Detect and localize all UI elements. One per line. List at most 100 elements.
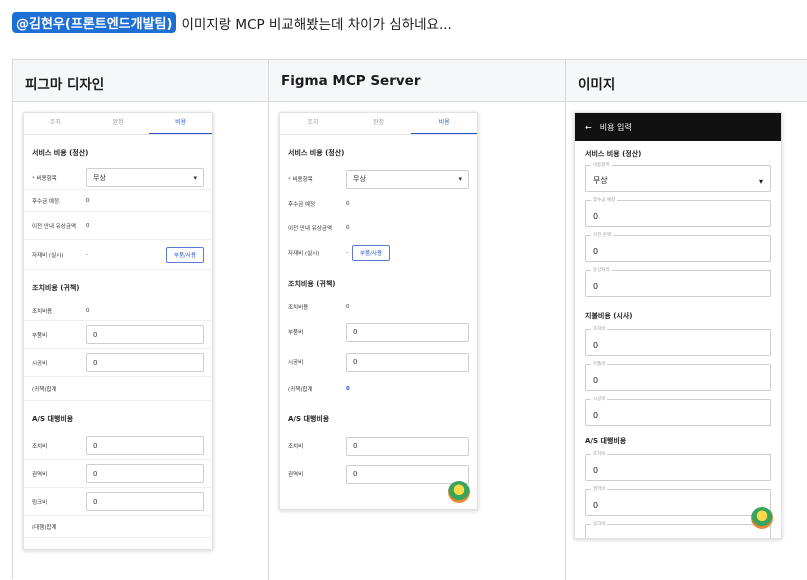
app-bar: ← 비용 입력 xyxy=(575,113,781,141)
figma-design-screenshot: 조치 완정 비용 서비스 비용 (정산) * 비용항목 무상 ▾ 후수금 예정 0 이… xyxy=(23,112,213,550)
avatar-icon[interactable] xyxy=(448,481,470,503)
form-row: 조치비용 0 xyxy=(24,301,212,321)
form-row: 링크비 0 xyxy=(24,488,212,516)
column-header: 피그마 디자인 xyxy=(13,60,268,102)
install-cost-input[interactable]: 0 xyxy=(86,353,204,372)
form-row: 권역비 0 xyxy=(24,460,212,488)
form-row: 조치비 0 xyxy=(24,432,212,460)
cost-item-select[interactable]: 비용항목 무상 ▾ xyxy=(585,162,771,192)
region-cost-input[interactable]: 권역비 0 xyxy=(585,486,771,516)
field-label: 후수금 예정 xyxy=(288,202,316,208)
expected-fee-input[interactable]: 후수금 예정 0 xyxy=(585,197,771,227)
install-cost-input[interactable]: 시공비 0 xyxy=(585,396,771,426)
field-label: (귀책)합계 xyxy=(32,386,57,393)
form-row: 자재비 (실시) - 부품/사용 xyxy=(24,240,212,270)
action-cost-input[interactable]: 조치비 0 xyxy=(585,326,771,356)
section-title: A/S 대행비용 xyxy=(32,415,74,423)
cost-item-select[interactable]: 무상 ▾ xyxy=(346,169,469,189)
user-mention[interactable]: @김현우(프론트엔드개발팀) xyxy=(12,12,177,33)
caret-down-icon: ▾ xyxy=(458,175,462,183)
field-label: 부품비 xyxy=(288,330,304,336)
form-row: 권역비 0 xyxy=(280,460,477,488)
field-value: 0 xyxy=(86,307,90,314)
field-label: 이전 안내 유상금액 xyxy=(288,226,332,232)
field-value: - xyxy=(86,251,88,258)
field-label: 조치비용 xyxy=(32,308,53,315)
column-header: 이미지 xyxy=(566,60,807,102)
field-label: 권역비 xyxy=(32,471,48,478)
parts-cost-input[interactable]: 0 xyxy=(346,322,469,342)
link-cost-input[interactable]: 링크비 xyxy=(585,521,771,538)
agency-action-cost-input[interactable]: 조치비 0 xyxy=(585,451,771,481)
form-row: (귀책)합계 0 xyxy=(280,377,477,401)
image-screenshot: ← 비용 입력 서비스 비용 (정산) 비용항목 무상 ▾ 후수금 예정 0 이전 잔액… xyxy=(574,112,782,539)
region-cost-input[interactable]: 0 xyxy=(346,464,469,484)
field-label: 자재비 (실시) xyxy=(32,252,64,259)
field-value: 0 xyxy=(346,225,350,231)
form-row: * 비용항목 무상 ▾ xyxy=(280,166,477,192)
back-arrow-icon[interactable]: ← xyxy=(585,123,592,132)
form-row: 후수금 예정 0 xyxy=(280,192,477,216)
form-row: 조치비용 0 xyxy=(280,297,477,317)
section-title: 서비스 비용 (정산) xyxy=(32,149,89,157)
chat-message: @김현우(프론트엔드개발팀) 이미지랑 MCP 비교해봤는데 차이가 심하네요.… xyxy=(12,12,452,33)
form-row: (귀책)합계 xyxy=(24,377,212,401)
cost-item-select[interactable]: 무상 ▾ xyxy=(86,168,204,187)
action-cost-input[interactable]: 0 xyxy=(86,436,204,455)
section-title: 서비스 비용 (정산) xyxy=(288,149,345,157)
tab-complete[interactable]: 완정 xyxy=(87,113,150,134)
column-header: Figma MCP Server xyxy=(269,60,565,102)
field-label: 비용항목 xyxy=(292,177,313,183)
field-label: 이전 안내 유상금액 xyxy=(32,223,76,230)
comparison-table: 피그마 디자인 조치 완정 비용 서비스 비용 (정산) * 비용항목 무상 ▾ 후… xyxy=(12,59,807,580)
form-row: 이전 안내 유상금액 0 xyxy=(24,212,212,240)
field-label: 자재비 (실시) xyxy=(288,251,320,257)
link-cost-input[interactable]: 0 xyxy=(86,492,204,511)
tab-cost[interactable]: 비용 xyxy=(411,113,477,134)
field-value: 0 xyxy=(86,222,90,229)
figma-mcp-column: Figma MCP Server 조치 완정 비용 서비스 비용 (정산) * … xyxy=(269,60,566,580)
section-title: A/S 대행비용 xyxy=(288,415,330,423)
tab-action[interactable]: 조치 xyxy=(280,113,346,134)
parts-cost-input[interactable]: 부품비 0 xyxy=(585,361,771,391)
parts-cost-input[interactable]: 0 xyxy=(86,325,204,344)
paid-process-input[interactable]: 유상처리 0 xyxy=(585,267,771,297)
tab-action[interactable]: 조치 xyxy=(24,113,87,134)
field-label: 비용항목 xyxy=(36,175,57,182)
figma-design-column: 피그마 디자인 조치 완정 비용 서비스 비용 (정산) * 비용항목 무상 ▾ 후… xyxy=(13,60,269,580)
message-text: 이미지랑 MCP 비교해봤는데 차이가 심하네요... xyxy=(181,16,452,33)
field-label: 링크비 xyxy=(32,499,48,506)
install-cost-input[interactable]: 0 xyxy=(346,352,469,372)
form-row: 부품비 0 xyxy=(24,321,212,349)
image-column: 이미지 ← 비용 입력 서비스 비용 (정산) 비용항목 무상 ▾ 후수금 예정 0 이… xyxy=(566,60,807,580)
field-value: 0 xyxy=(346,304,350,310)
section-title: 조치비용 (귀책) xyxy=(32,284,80,292)
mcp-screenshot: 조치 완정 비용 서비스 비용 (정산) * 비용항목 무상 ▾ 후수금 예정 0 이… xyxy=(279,112,478,510)
field-label: 시공비 xyxy=(32,360,48,367)
section-title: 서비스 비용 (정산) xyxy=(585,150,642,158)
field-label: 후수금 예정 xyxy=(32,198,60,205)
prev-balance-input[interactable]: 이전 잔액 0 xyxy=(585,232,771,262)
form-row: 자재비 (실시) - 부품/사용 xyxy=(280,240,477,266)
caret-down-icon: ▾ xyxy=(758,177,763,186)
section-title: 지불비용 (시사) xyxy=(585,312,633,320)
field-label: 시공비 xyxy=(288,360,304,366)
tab-cost[interactable]: 비용 xyxy=(149,113,212,134)
form-row: 조치비 0 xyxy=(280,432,477,460)
action-cost-input[interactable]: 0 xyxy=(346,436,469,456)
tab-complete[interactable]: 완정 xyxy=(346,113,412,134)
field-value: 0 xyxy=(346,386,350,392)
form-row: 부품비 0 xyxy=(280,317,477,347)
parts-use-button[interactable]: 부품/사용 xyxy=(165,246,204,263)
avatar-icon[interactable] xyxy=(751,507,773,529)
caret-down-icon: ▾ xyxy=(193,173,197,182)
field-value: 0 xyxy=(86,197,90,204)
parts-use-button[interactable]: 부품/사용 xyxy=(352,245,391,261)
field-label: 권역비 xyxy=(288,472,304,478)
tab-bar: 조치 완정 비용 xyxy=(24,113,212,135)
region-cost-input[interactable]: 0 xyxy=(86,464,204,483)
screen-title: 비용 입력 xyxy=(599,122,632,132)
tab-bar: 조치 완정 비용 xyxy=(280,113,477,135)
field-label: (귀책)합계 xyxy=(288,387,313,393)
form-row: 시공비 0 xyxy=(280,347,477,377)
